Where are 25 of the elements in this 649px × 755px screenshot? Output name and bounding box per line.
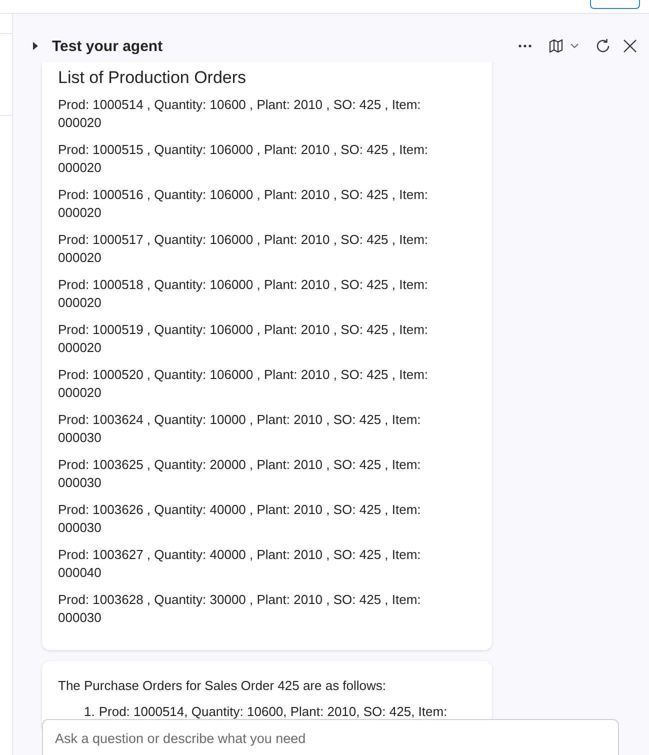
map-icon[interactable] (548, 38, 564, 54)
order-line: Prod: 1000520 , Quantity: 106000 , Plant: 2010 , SO: 425 , Item: 000020 (58, 366, 430, 402)
order-line: Prod: 1003627 , Quantity: 40000 , Plant: 2010 , SO: 425 , Item: 000040 (58, 546, 422, 582)
refresh-icon[interactable] (595, 38, 611, 54)
panel-title: Test your agent (52, 38, 164, 54)
toolbar-button[interactable] (590, 0, 640, 9)
order-line: Prod: 1000519 , Quantity: 106000 , Plant: 2010 , SO: 425 , Item: 000020 (58, 321, 430, 357)
close-icon[interactable] (623, 39, 637, 53)
expand-caret-icon[interactable] (33, 42, 38, 50)
order-line: Prod: 1000515 , Quantity: 106000 , Plant: 2010 , SO: 425 , Item: 000020 (58, 141, 430, 177)
message-text: The Purchase Orders for Sales Order 425 are as follows: (58, 677, 388, 695)
order-line: Prod: 1003624 , Quantity: 10000 , Plant: 2010 , SO: 425 , Item: 000030 (58, 411, 422, 447)
order-line: Prod: 1000518 , Quantity: 106000 , Plant: 2010 , SO: 425 , Item: 000020 (58, 276, 430, 312)
list-item-text: Prod: 1000514, Quantity: 10600, Plant: 2010, SO: 425, Item: (98, 703, 448, 721)
more-icon[interactable] (518, 44, 532, 48)
order-line: Prod: 1003625 , Quantity: 20000 , Plant: 2010 , SO: 425 , Item: 000030 (58, 456, 422, 492)
order-line: Prod: 1000517 , Quantity: 106000 , Plant: 2010 , SO: 425 , Item: 000020 (58, 231, 430, 267)
order-line: Prod: 1000516 , Quantity: 106000 , Plant: 2010 , SO: 425 , Item: 000020 (58, 186, 430, 222)
list-number: 1. (84, 703, 95, 721)
question-input[interactable]: Ask a question or describe what you need (42, 719, 619, 755)
card-title: List of Production Orders (58, 68, 248, 88)
order-line: Prod: 1000514 , Quantity: 10600 , Plant: 2010 , SO: 425 , Item: 000020 (58, 96, 422, 132)
order-line: Prod: 1003628 , Quantity: 30000 , Plant: 2010 , SO: 425 , Item: 000030 (58, 591, 422, 627)
order-line: Prod: 1003626 , Quantity: 40000 , Plant: 2010 , SO: 425 , Item: 000030 (58, 501, 422, 537)
chevron-down-icon[interactable] (570, 43, 579, 49)
